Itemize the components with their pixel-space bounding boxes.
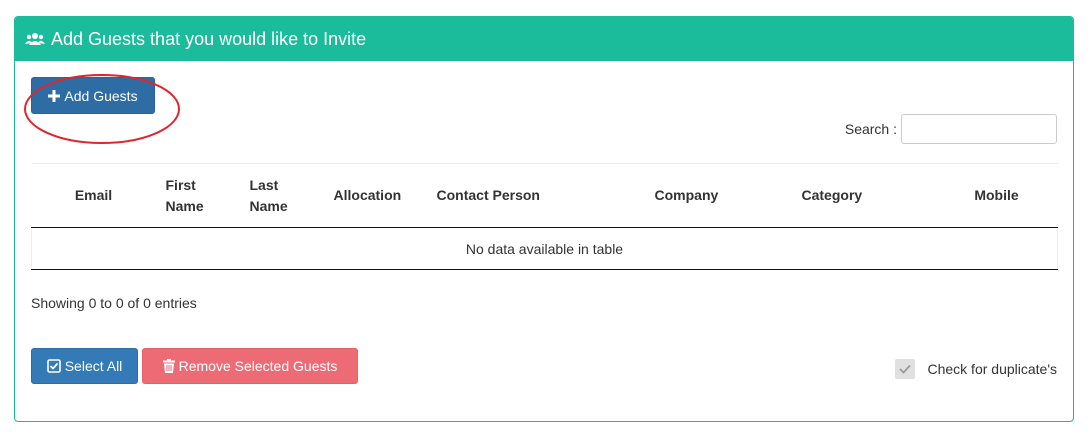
- remove-selected-button[interactable]: Remove Selected Guests: [142, 348, 358, 384]
- column-allocation[interactable]: Allocation: [323, 163, 427, 228]
- remove-selected-label: Remove Selected Guests: [178, 358, 338, 374]
- add-guests-label: Add Guests: [64, 87, 138, 104]
- select-all-label: Select All: [64, 358, 123, 374]
- table-row: No data available in table: [31, 227, 1058, 270]
- panel-title: Add Guests that you would like to Invite: [51, 28, 367, 49]
- add-guests-panel: Add Guests that you would like to Invite…: [14, 16, 1074, 422]
- table-info: Showing 0 to 0 of 0 entries: [31, 295, 197, 311]
- column-email[interactable]: Email: [31, 163, 156, 228]
- column-contact-person[interactable]: Contact Person: [426, 163, 645, 228]
- select-all-button[interactable]: Select All: [31, 348, 138, 384]
- check-icon: [899, 364, 912, 374]
- duplicate-label: Check for duplicate's: [927, 361, 1057, 377]
- users-icon: [25, 33, 45, 45]
- search-label: Search :: [844, 121, 897, 137]
- plus-icon: [48, 89, 61, 102]
- guests-table: Email First Name Last Name Allocation Co…: [31, 163, 1058, 270]
- table-header-row: Email First Name Last Name Allocation Co…: [31, 163, 1058, 228]
- column-mobile[interactable]: Mobile: [935, 163, 1058, 228]
- column-first-name[interactable]: First Name: [155, 163, 240, 228]
- panel-heading: Add Guests that you would like to Invite: [15, 17, 1073, 61]
- empty-table-message: No data available in table: [31, 227, 1058, 270]
- search-input[interactable]: [901, 114, 1057, 144]
- add-guests-button[interactable]: Add Guests: [31, 77, 155, 114]
- check-square-icon: [46, 359, 61, 373]
- duplicate-checkbox[interactable]: [895, 359, 916, 379]
- search-box: Search :: [845, 114, 1057, 144]
- column-category[interactable]: Category: [791, 163, 936, 228]
- column-company[interactable]: Company: [644, 163, 792, 228]
- duplicate-check: Check for duplicate's: [895, 359, 1057, 379]
- column-last-name[interactable]: Last Name: [239, 163, 324, 228]
- trash-icon: [162, 359, 175, 373]
